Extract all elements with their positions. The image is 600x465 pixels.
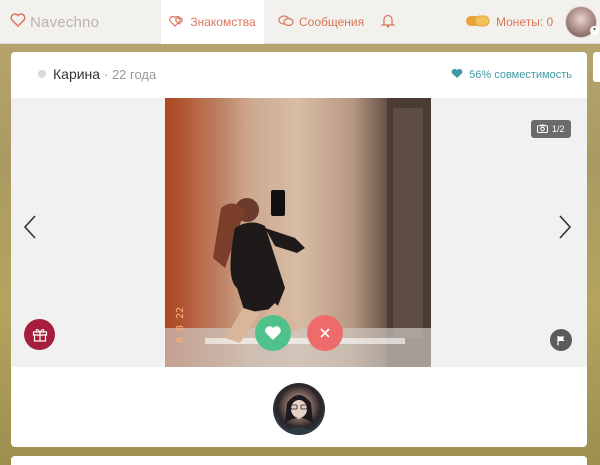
top-nav-bar: Navechno Знакомства Сообщения Монеты: 0 … (0, 0, 600, 44)
hearts-icon (169, 14, 185, 31)
profile-photo[interactable]: 6 8 22 (165, 98, 431, 367)
nav-dating-tab[interactable]: Знакомства (161, 0, 264, 44)
flag-icon (557, 335, 565, 345)
camera-icon (537, 124, 548, 135)
nav-dating-label: Знакомства (190, 15, 256, 29)
dislike-button[interactable] (307, 315, 343, 351)
like-button[interactable] (255, 315, 291, 351)
profile-age: · 22 года (104, 67, 157, 82)
heart-icon (265, 326, 281, 340)
online-status-dot (38, 70, 46, 78)
profile-thumbnail[interactable] (273, 383, 325, 435)
profile-header: Карина · 22 года 56% совместимость (11, 52, 587, 98)
chevron-left-icon (23, 215, 36, 239)
report-button[interactable] (550, 329, 572, 351)
logo-text: Navechno (30, 14, 100, 31)
chevron-down-icon[interactable]: ▾ (590, 26, 599, 35)
gift-button[interactable] (24, 319, 55, 350)
gift-icon (32, 329, 47, 342)
coins-icon (465, 14, 491, 31)
photo-viewer: 6 8 22 1/2 (11, 98, 587, 367)
photo-counter-label: 1/2 (552, 124, 565, 134)
nav-messages-label: Сообщения (299, 15, 365, 29)
heart-check-icon (451, 68, 463, 82)
notifications-button[interactable] (380, 0, 396, 44)
chevron-right-icon (559, 215, 572, 239)
profile-name[interactable]: Карина (53, 66, 100, 82)
svg-text:6 8 22: 6 8 22 (175, 307, 186, 343)
next-card-edge (11, 456, 587, 465)
logo-heart-icon (10, 12, 26, 33)
next-photo-button[interactable] (558, 214, 572, 246)
photo-counter: 1/2 (531, 120, 571, 138)
bell-icon (380, 13, 396, 31)
prev-photo-button[interactable] (23, 214, 37, 246)
nav-messages-tab[interactable]: Сообщения (278, 0, 364, 44)
coins-button[interactable]: Монеты: 0 (465, 0, 553, 44)
chat-bubbles-icon (278, 14, 294, 31)
compatibility-badge[interactable]: 56% совместимость (451, 68, 572, 82)
side-panel-tab[interactable] (593, 52, 600, 82)
profile-card: Карина · 22 года 56% совместимость 6 8 2… (11, 52, 587, 447)
close-icon (320, 328, 330, 338)
coins-label: Монеты: 0 (496, 15, 554, 29)
logo[interactable]: Navechno (10, 12, 99, 33)
compatibility-label: 56% совместимость (469, 69, 572, 81)
